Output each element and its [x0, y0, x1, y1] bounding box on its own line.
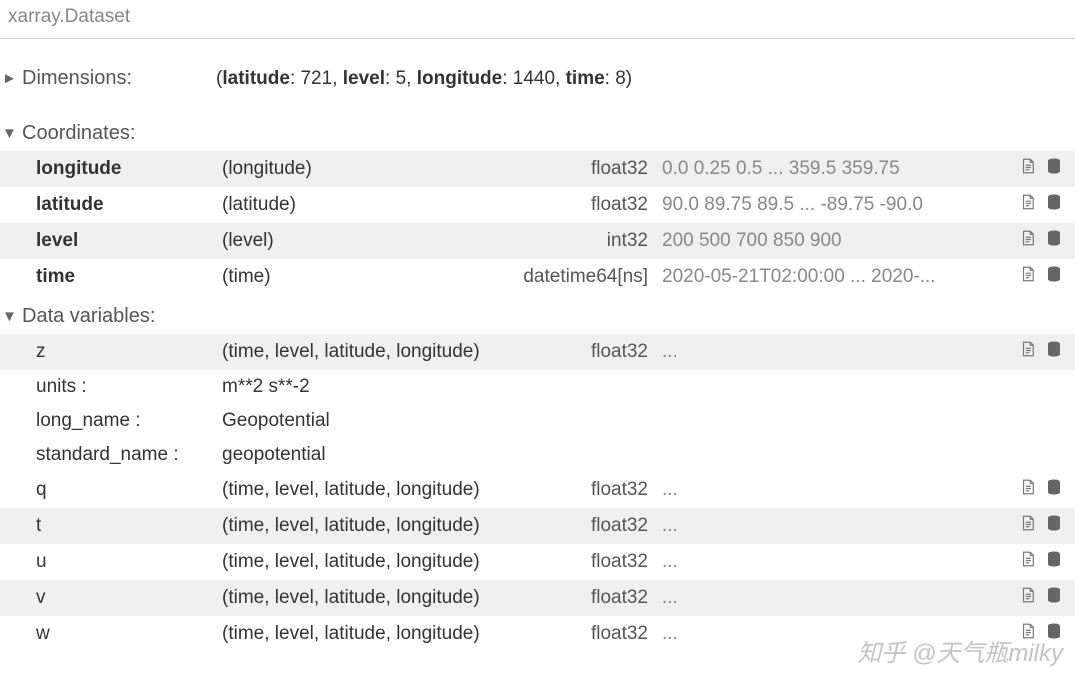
var-preview: ...: [662, 623, 1007, 645]
var-dtype: float32: [522, 515, 662, 537]
table-row: time(time)datetime64[ns]2020-05-21T02:00…: [0, 259, 1075, 295]
table-row: latitude(latitude)float3290.0 89.75 89.5…: [0, 187, 1075, 223]
var-name: u: [36, 551, 222, 573]
dimensions-caret[interactable]: ►: [0, 70, 22, 87]
var-name: w: [36, 623, 222, 645]
attrs-icon[interactable]: [1019, 513, 1037, 539]
table-row: level(level)int32200 500 700 850 900: [0, 223, 1075, 259]
var-dims: (time, level, latitude, longitude): [222, 479, 522, 501]
data-icon[interactable]: [1045, 228, 1063, 254]
var-preview: 90.0 89.75 89.5 ... -89.75 -90.0: [662, 194, 1007, 216]
var-preview: 200 500 700 850 900: [662, 230, 1007, 252]
attr-row: long_name :Geopotential: [0, 404, 1075, 438]
attr-key: standard_name :: [36, 444, 222, 466]
attrs-icon[interactable]: [1019, 585, 1037, 611]
attr-key: units :: [36, 376, 222, 398]
data-icon[interactable]: [1045, 513, 1063, 539]
attrs-icon[interactable]: [1019, 264, 1037, 290]
dimensions-section: ► Dimensions: (latitude: 721, level: 5, …: [0, 39, 1075, 96]
attr-row: standard_name :geopotential: [0, 438, 1075, 472]
var-dims: (latitude): [222, 194, 522, 216]
var-dtype: float32: [522, 479, 662, 501]
attrs-icon[interactable]: [1019, 339, 1037, 365]
var-name: t: [36, 515, 222, 537]
attr-key: long_name :: [36, 410, 222, 432]
table-row: u(time, level, latitude, longitude)float…: [0, 544, 1075, 580]
var-dtype: int32: [522, 230, 662, 252]
var-dims: (time, level, latitude, longitude): [222, 587, 522, 609]
var-dtype: float32: [522, 623, 662, 645]
var-name: v: [36, 587, 222, 609]
var-preview: ...: [662, 551, 1007, 573]
var-preview: 2020-05-21T02:00:00 ... 2020-...: [662, 266, 1007, 288]
attrs-icon[interactable]: [1019, 228, 1037, 254]
var-dtype: float32: [522, 158, 662, 180]
attr-row: units :m**2 s**-2: [0, 370, 1075, 404]
coordinates-section: ▼ Coordinates:: [0, 96, 1075, 151]
var-preview: ...: [662, 587, 1007, 609]
attrs-icon[interactable]: [1019, 549, 1037, 575]
data-icon[interactable]: [1045, 339, 1063, 365]
var-name: time: [36, 266, 222, 288]
var-dims: (time, level, latitude, longitude): [222, 623, 522, 645]
var-dtype: float32: [522, 194, 662, 216]
var-preview: 0.0 0.25 0.5 ... 359.5 359.75: [662, 158, 1007, 180]
var-dims: (level): [222, 230, 522, 252]
data-icon[interactable]: [1045, 549, 1063, 575]
data-icon[interactable]: [1045, 621, 1063, 647]
datavars-section: ▼ Data variables:: [0, 295, 1075, 334]
var-preview: ...: [662, 479, 1007, 501]
dimensions-label: Dimensions:: [22, 67, 132, 90]
var-name: q: [36, 479, 222, 501]
coordinates-caret[interactable]: ▼: [0, 125, 22, 142]
attrs-icon[interactable]: [1019, 192, 1037, 218]
table-row: q(time, level, latitude, longitude)float…: [0, 472, 1075, 508]
data-icon[interactable]: [1045, 585, 1063, 611]
var-preview: ...: [662, 341, 1007, 363]
data-icon[interactable]: [1045, 192, 1063, 218]
var-dims: (time, level, latitude, longitude): [222, 515, 522, 537]
coordinates-label: Coordinates:: [22, 122, 135, 145]
attrs-icon[interactable]: [1019, 621, 1037, 647]
data-icon[interactable]: [1045, 264, 1063, 290]
var-name: longitude: [36, 158, 222, 180]
dataset-title: xarray.Dataset: [0, 0, 1075, 39]
table-row: longitude(longitude)float320.0 0.25 0.5 …: [0, 151, 1075, 187]
table-row: w(time, level, latitude, longitude)float…: [0, 616, 1075, 652]
attrs-icon[interactable]: [1019, 156, 1037, 182]
coordinates-rows: longitude(longitude)float320.0 0.25 0.5 …: [0, 151, 1075, 295]
attr-value: geopotential: [222, 444, 326, 466]
data-icon[interactable]: [1045, 477, 1063, 503]
var-name: z: [36, 341, 222, 363]
dimensions-summary: (latitude: 721, level: 5, longitude: 144…: [132, 68, 632, 90]
table-row: t(time, level, latitude, longitude)float…: [0, 508, 1075, 544]
data-icon[interactable]: [1045, 156, 1063, 182]
datavars-label: Data variables:: [22, 305, 155, 328]
var-preview: ...: [662, 515, 1007, 537]
var-name: level: [36, 230, 222, 252]
datavars-rows: z(time, level, latitude, longitude)float…: [0, 334, 1075, 652]
var-dims: (time, level, latitude, longitude): [222, 341, 522, 363]
table-row: z(time, level, latitude, longitude)float…: [0, 334, 1075, 370]
attrs-icon[interactable]: [1019, 477, 1037, 503]
var-name: latitude: [36, 194, 222, 216]
var-dtype: float32: [522, 551, 662, 573]
var-dims: (time): [222, 266, 522, 288]
table-row: v(time, level, latitude, longitude)float…: [0, 580, 1075, 616]
datavars-caret[interactable]: ▼: [0, 308, 22, 325]
var-dtype: float32: [522, 587, 662, 609]
attr-value: Geopotential: [222, 410, 330, 432]
attr-value: m**2 s**-2: [222, 376, 310, 398]
var-dtype: float32: [522, 341, 662, 363]
var-dims: (longitude): [222, 158, 522, 180]
var-dtype: datetime64[ns]: [522, 266, 662, 288]
var-dims: (time, level, latitude, longitude): [222, 551, 522, 573]
